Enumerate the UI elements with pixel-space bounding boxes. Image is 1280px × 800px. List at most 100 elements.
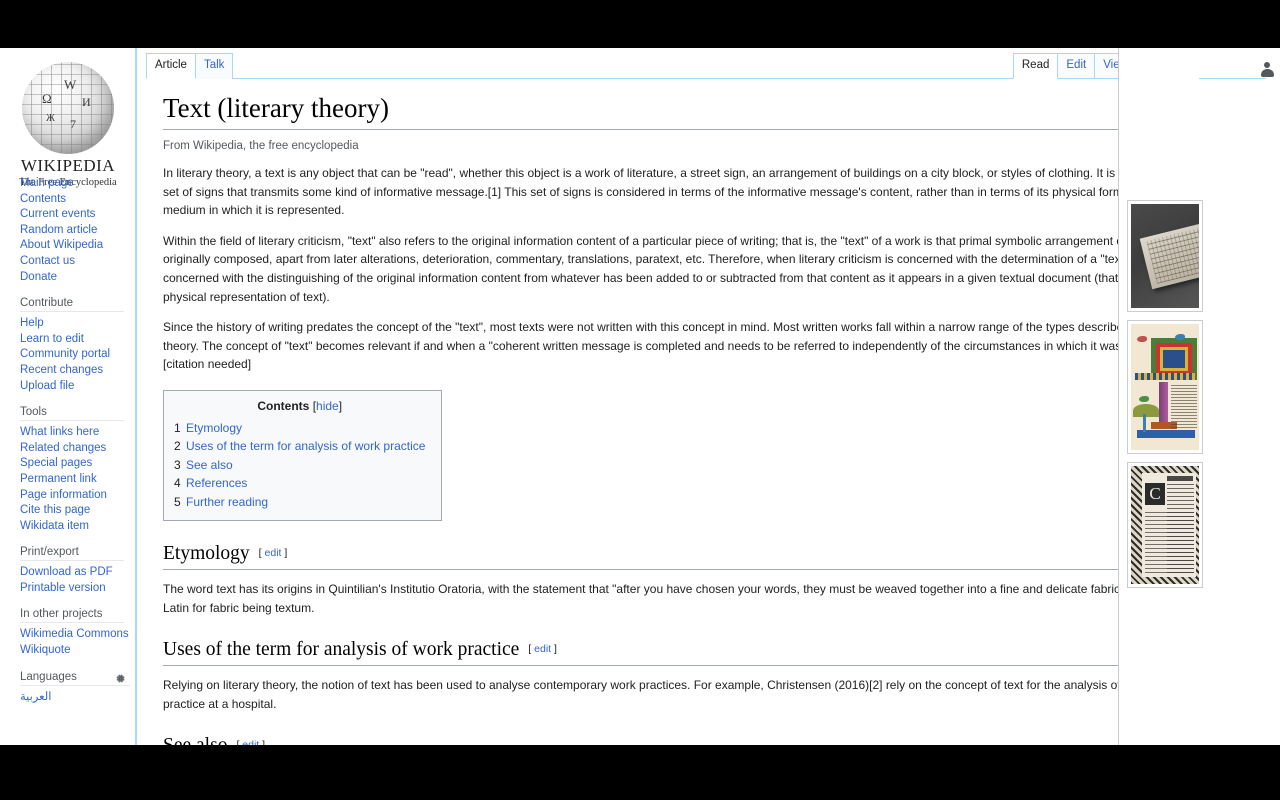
sidebar-item-what-links-here[interactable]: What links here <box>20 425 135 441</box>
edit-section-uses-of-the-term[interactable]: [ edit ] <box>528 643 557 655</box>
sidebar-heading-contribute: Contribute <box>20 297 124 313</box>
edit-bracket-open: [ <box>528 643 532 656</box>
table-of-contents: Contents [hide] 1 Etymology 2 Uses of the … <box>163 389 443 521</box>
section-heading-text: Uses of the term for analysis of work pr… <box>163 639 520 661</box>
toc-entry-2[interactable]: 2 Uses of the term for analysis of work p… <box>174 437 425 455</box>
globe-glyph-seven: 7 <box>70 117 76 131</box>
image-rail: C <box>1118 48 1203 745</box>
sidebar-language-first[interactable]: العربية <box>20 690 135 706</box>
edit-bracket-open: [ <box>258 546 262 559</box>
browser-viewport: W Ω И 7 Ж WIKIPEDIA The Free Encyclopedi… <box>0 48 1280 745</box>
toc-entry-1[interactable]: 1 Etymology <box>174 419 425 437</box>
letterbox-top <box>0 0 1280 48</box>
section-heading-etymology: Etymology [ edit ] <box>163 541 1192 570</box>
sidebar-item-help[interactable]: Help <box>20 316 135 332</box>
toc-toggle-link[interactable]: hide <box>316 399 339 413</box>
user-account-icon[interactable] <box>1259 62 1275 78</box>
gear-icon[interactable] <box>115 671 126 683</box>
page-title: Text (literary theory) <box>163 92 1192 130</box>
page-subtitle: From Wikipedia, the free encyclopedia <box>163 140 359 152</box>
sidebar-nav: Main page Contents Current events Random… <box>0 168 135 705</box>
thumbnail-illuminated-manuscript[interactable] <box>1127 320 1203 454</box>
sidebar-item-contact-us[interactable]: Contact us <box>20 254 135 270</box>
toc-link-see-also[interactable]: See also <box>186 458 233 472</box>
edit-bracket-close: ] <box>554 643 557 656</box>
section-body-etymology: The word text has its origins in Quintil… <box>163 581 1173 615</box>
toc-link-references[interactable]: References <box>186 476 247 490</box>
wikipedia-logo[interactable]: W Ω И 7 Ж WIKIPEDIA The Free Encyclopedi… <box>0 48 136 188</box>
toc-entry-5[interactable]: 5 Further reading <box>174 493 425 511</box>
globe-glyph-w: W <box>64 77 77 92</box>
section-heading-text: See also <box>163 735 227 745</box>
sidebar-heading-print-export: Print/export <box>20 546 124 562</box>
sidebar-item-printable-version[interactable]: Printable version <box>20 581 135 597</box>
toc-link-further-reading[interactable]: Further reading <box>186 495 268 509</box>
edit-link[interactable]: edit <box>534 643 551 655</box>
thumbnail-gothic-page[interactable]: C <box>1127 462 1203 588</box>
toc-entry-3[interactable]: 3 See also <box>174 456 425 474</box>
toc-number: 3 <box>174 457 181 472</box>
toc-toggle[interactable]: [hide] <box>313 399 342 413</box>
sidebar-heading-languages-row: Languages <box>20 671 130 686</box>
sidebar-item-about-wikipedia[interactable]: About Wikipedia <box>20 238 135 254</box>
globe-glyph-omega: Ω <box>42 91 52 106</box>
globe-glyph-cjk: Ж <box>46 113 55 124</box>
sidebar-item-contents[interactable]: Contents <box>20 192 135 208</box>
globe-glyph-i: И <box>82 95 91 109</box>
toc-number: 1 <box>174 420 181 435</box>
sidebar-item-permanent-link[interactable]: Permanent link <box>20 472 135 488</box>
section-heading-text: Etymology <box>163 542 250 564</box>
toc-number: 2 <box>174 439 181 454</box>
toc-link-uses-of-the-term[interactable]: Uses of the term for analysis of work pr… <box>186 439 425 453</box>
sidebar-item-wikimedia-commons[interactable]: Wikimedia Commons <box>20 627 135 643</box>
toc-entry-4[interactable]: 4 References <box>174 474 425 492</box>
sidebar-item-community-portal[interactable]: Community portal <box>20 347 135 363</box>
thumbnail-stone-tablet[interactable] <box>1127 200 1203 312</box>
section-heading-uses-of-the-term: Uses of the term for analysis of work pr… <box>163 637 1192 667</box>
section-body-uses-of-the-term: Relying on literary theory, the notion o… <box>163 678 1150 711</box>
tab-article[interactable]: Article <box>146 53 196 79</box>
sidebar-item-current-events[interactable]: Current events <box>20 207 135 223</box>
toc-toggle-close: ] <box>338 398 343 413</box>
sidebar-item-learn-to-edit[interactable]: Learn to edit <box>20 332 135 348</box>
sidebar: W Ω И 7 Ж WIKIPEDIA The Free Encyclopedi… <box>0 48 136 745</box>
gothic-printed-page-image: C <box>1131 466 1199 584</box>
edit-link[interactable]: edit <box>265 547 282 559</box>
toc-number: 5 <box>174 494 181 509</box>
tab-edit[interactable]: Edit <box>1058 53 1096 78</box>
lead-paragraph-1: In literary theory, a text is any object… <box>163 166 1176 218</box>
sidebar-item-upload-file[interactable]: Upload file <box>20 379 135 395</box>
sidebar-heading-in-other-projects: In other projects <box>20 608 124 624</box>
sidebar-item-special-pages[interactable]: Special pages <box>20 456 135 472</box>
lead-paragraph-3: Since the history of writing predates th… <box>163 320 1173 372</box>
wikipedia-globe-icon: W Ω И 7 Ж <box>22 62 114 154</box>
sidebar-item-download-as-pdf[interactable]: Download as PDF <box>20 565 135 581</box>
toc-title-row: Contents [hide] <box>174 399 425 413</box>
tab-read[interactable]: Read <box>1012 53 1059 79</box>
sidebar-item-page-information[interactable]: Page information <box>20 488 135 504</box>
sidebar-item-wikidata-item[interactable]: Wikidata item <box>20 519 135 535</box>
sidebar-item-random-article[interactable]: Random article <box>20 223 135 239</box>
letterbox-bottom <box>0 745 1280 800</box>
tab-talk[interactable]: Talk <box>195 53 234 79</box>
sidebar-heading-languages: Languages <box>20 670 77 683</box>
sidebar-item-wikiquote[interactable]: Wikiquote <box>20 643 135 659</box>
article-body: Text (literary theory) From Wikipedia, t… <box>146 79 1192 745</box>
lead-paragraph-2: Within the field of literary criticism, … <box>163 233 1179 304</box>
sidebar-item-recent-changes[interactable]: Recent changes <box>20 363 135 379</box>
namespace-tabs: Article Talk <box>146 53 234 79</box>
toc-number: 4 <box>174 476 181 491</box>
sidebar-item-cite-this-page[interactable]: Cite this page <box>20 503 135 519</box>
toc-title: Contents <box>257 398 310 413</box>
edit-bracket-close: ] <box>284 546 288 559</box>
illuminated-manuscript-image <box>1131 324 1199 450</box>
sidebar-item-donate[interactable]: Donate <box>20 270 135 286</box>
content-area: Article Talk Read Edit View history Text… <box>136 48 1266 745</box>
edit-section-etymology[interactable]: [ edit ] <box>259 547 288 559</box>
sidebar-heading-tools: Tools <box>20 406 124 422</box>
toc-link-etymology[interactable]: Etymology <box>186 421 242 435</box>
stone-tablet-image <box>1131 204 1199 308</box>
section-heading-see-also: See also[ edit ] <box>163 733 1192 745</box>
tab-bar: Article Talk Read Edit View history <box>137 48 1266 79</box>
sidebar-item-related-changes[interactable]: Related changes <box>20 441 135 457</box>
